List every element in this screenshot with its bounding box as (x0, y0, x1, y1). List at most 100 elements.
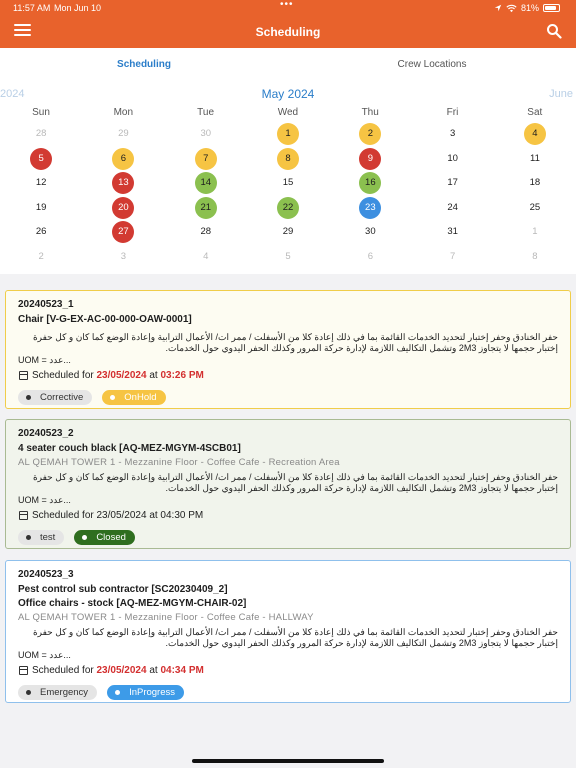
type-chip: test (18, 530, 65, 545)
type-chip: Corrective (18, 390, 93, 405)
calendar-day[interactable]: 3 (442, 123, 464, 145)
weekday-row: Sun Mon Tue Wed Thu Fri Sat (0, 107, 576, 121)
calendar-day[interactable]: 28 (30, 123, 52, 145)
scheduled-at: at (149, 665, 158, 676)
calendar-day[interactable]: 10 (442, 148, 464, 170)
chip-dot (26, 690, 31, 695)
battery-percent: 81% (520, 3, 539, 13)
calendar-day[interactable]: 7 (194, 147, 217, 170)
calendar-day[interactable]: 30 (359, 221, 381, 243)
description-line: إختبار حجمها لا يتجاوز 2M3 وتشمل التكالي… (165, 638, 558, 648)
wifi-icon (506, 4, 517, 12)
calendar-day[interactable]: 14 (194, 172, 217, 194)
calendar-day[interactable]: 4 (195, 246, 217, 268)
calendar-day[interactable]: 6 (112, 147, 135, 170)
description-line: حفر الخنادق وحفر إختبار لتحديد الخدمات ا… (32, 627, 558, 637)
next-month-button[interactable]: June (549, 88, 573, 100)
work-order-card[interactable]: 20240523_1 Chair [V-G-EX-AC-00-000-OAW-0… (5, 290, 571, 409)
asset-name: Chair [V-G-EX-AC-00-000-OAW-0001] (18, 314, 192, 325)
calendar-day[interactable]: 2 (30, 246, 52, 268)
calendar-day[interactable]: 21 (194, 196, 217, 219)
calendar-day[interactable]: 16 (359, 172, 382, 194)
chip-dot (110, 395, 116, 400)
calendar-day[interactable]: 4 (523, 123, 546, 145)
calendar-day[interactable]: 19 (30, 197, 52, 219)
calendar-day[interactable]: 8 (524, 246, 546, 268)
calendar-day[interactable]: 28 (195, 221, 217, 243)
calendar-day[interactable]: 15 (277, 172, 299, 194)
calendar-day[interactable]: 22 (277, 196, 300, 219)
battery-icon (543, 4, 560, 12)
calendar-day[interactable]: 1 (277, 123, 300, 145)
calendar-day[interactable]: 27 (112, 221, 135, 243)
calendar-day[interactable]: 29 (277, 221, 299, 243)
uom-text: UOM = عدد... (18, 355, 71, 365)
calendar-day[interactable]: 7 (442, 246, 464, 268)
work-order-card[interactable]: 20240523_2 4 seater couch black [AQ-MEZ-… (5, 419, 571, 549)
uom-text: UOM = عدد... (18, 650, 71, 660)
calendar-day[interactable]: 24 (442, 197, 464, 219)
scheduled-prefix: Scheduled for (32, 665, 94, 676)
calendar-day[interactable]: 2 (359, 123, 382, 145)
calendar-day[interactable]: 26 (30, 221, 52, 243)
status-badge-label: Closed (96, 532, 126, 543)
chip-row: Corrective OnHold (18, 390, 558, 405)
multitasking-dots[interactable]: ••• (280, 0, 294, 10)
calendar-day[interactable]: 5 (277, 246, 299, 268)
weekday-label: Mon (113, 107, 134, 118)
battery-level (545, 6, 556, 10)
calendar-day[interactable]: 5 (30, 147, 53, 170)
uom-text: UOM = عدد... (18, 495, 71, 505)
app-bar: Scheduling (0, 16, 576, 48)
scheduled-time: 04:34 PM (160, 665, 204, 676)
calendar-day[interactable]: 11 (524, 148, 546, 170)
calendar-day[interactable]: 18 (524, 172, 546, 194)
calendar-day[interactable]: 17 (442, 172, 464, 194)
weekday-label: Tue (197, 107, 215, 118)
calendar-month-title: May 2024 (261, 87, 315, 101)
scheduled-for: Scheduled for 23/05/2024 at 04:30 PM (18, 510, 558, 521)
calendar-day[interactable]: 25 (524, 197, 546, 219)
calendar-icon (19, 511, 28, 520)
calendar-day[interactable]: 3 (112, 246, 134, 268)
calendar-day[interactable]: 6 (359, 246, 381, 268)
calendar-day[interactable]: 29 (112, 123, 134, 145)
scheduled-at: at (149, 370, 158, 381)
calendar-day[interactable]: 9 (359, 147, 382, 170)
work-order-card[interactable]: 20240523_3 Pest control sub contractor [… (5, 560, 571, 703)
description-line: إختبار حجمها لا يتجاوز 2M3 وتشمل التكالي… (165, 483, 558, 493)
type-chip-label: Emergency (40, 687, 89, 698)
calendar: 2024 May 2024 June Sun Mon Tue Wed Thu Fri Sat… (0, 79, 576, 274)
tab-scheduling[interactable]: Scheduling (0, 48, 288, 79)
description-line: حفر الخنادق وحفر إختبار لتحديد الخدمات ا… (32, 472, 558, 482)
chip-dot (82, 535, 88, 540)
tab-crew-locations[interactable]: Crew Locations (288, 48, 576, 79)
location-arrow-icon (494, 4, 502, 12)
asset-name: 4 seater couch black [AQ-MEZ-MGYM-4SCB01… (18, 443, 241, 454)
search-icon[interactable] (546, 23, 562, 39)
calendar-day[interactable]: 23 (359, 196, 382, 219)
weekday-label: Sat (527, 107, 543, 118)
tab-bar: Scheduling Crew Locations (0, 48, 576, 79)
calendar-day[interactable]: 1 (524, 221, 546, 243)
calendar-day[interactable]: 12 (30, 172, 52, 194)
calendar-day[interactable]: 13 (112, 172, 135, 194)
scheduled-date: 23/05/2024 (96, 370, 147, 381)
description-line: حفر الخنادق وحفر إختبار لتحديد الخدمات ا… (32, 332, 558, 342)
location-path: AL QEMAH TOWER 1 - Mezzanine Floor - Cof… (18, 457, 340, 468)
asset-name: Office chairs - stock [AQ-MEZ-MGYM-CHAIR… (18, 598, 247, 609)
calendar-day[interactable]: 20 (112, 196, 135, 219)
calendar-day[interactable]: 8 (277, 147, 300, 170)
status-time: 11:57 AM (13, 3, 51, 13)
status-bar: 11:57 AM Mon Jun 10 ••• 81% (0, 0, 576, 16)
scheduled-for: Scheduled for 23/05/2024 at 03:26 PM (18, 370, 558, 381)
calendar-day[interactable]: 30 (195, 123, 217, 145)
scheduled-time: 03:26 PM (160, 370, 204, 381)
calendar-icon (19, 666, 28, 675)
chip-dot (115, 690, 121, 695)
status-badge-label: OnHold (124, 392, 157, 403)
work-order-code: 20240523_3 (18, 569, 74, 580)
calendar-day[interactable]: 31 (442, 221, 464, 243)
home-indicator[interactable] (192, 759, 384, 763)
work-order-code: 20240523_2 (18, 428, 74, 439)
